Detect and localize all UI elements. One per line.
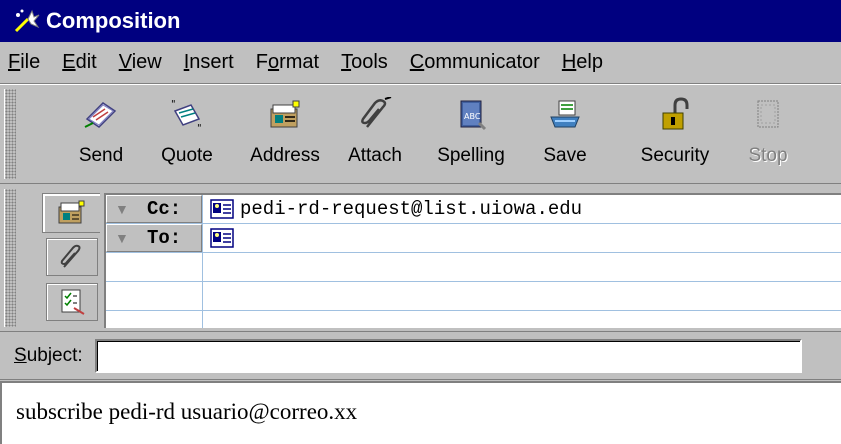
menu-tools-mnemonic: T	[341, 51, 352, 73]
menu-communicator[interactable]: Communicator	[408, 49, 542, 76]
menu-help-mnemonic: H	[561, 51, 577, 73]
menu-bar: File Edit View Insert Format Tools Commu…	[0, 42, 841, 84]
attach-button[interactable]: Attach	[340, 95, 410, 177]
paperclip-icon	[60, 244, 81, 268]
subject-bar: Subject:	[0, 333, 841, 380]
menu-insert[interactable]: Insert	[182, 49, 236, 76]
title-bar[interactable]: Composition	[0, 0, 841, 42]
main-toolbar: Send " " Quote Address Attach ABC Spelli…	[0, 84, 841, 184]
menu-insert-label: nsert	[189, 51, 234, 73]
address-tab[interactable]	[42, 193, 100, 233]
address-type-label: Cc:	[147, 198, 182, 220]
menu-view-label: iew	[131, 51, 162, 73]
chevron-down-icon: ▼	[115, 201, 129, 217]
menu-file-label: ile	[20, 51, 41, 73]
quote-icon: " "	[171, 99, 202, 133]
menu-format-prefix: F	[255, 51, 268, 73]
save-label: Save	[543, 145, 587, 166]
attach-label: Attach	[348, 145, 402, 166]
checklist-icon	[61, 289, 85, 315]
address-value-cc[interactable]: pedi-rd-request@list.uiowa.edu	[210, 197, 582, 221]
menu-help-label: elp	[576, 51, 603, 73]
address-label: Address	[250, 145, 320, 166]
menu-format-mnemonic: o	[267, 51, 280, 73]
menu-tools[interactable]: Tools	[339, 49, 390, 76]
address-button[interactable]: Address	[240, 95, 330, 177]
quote-button[interactable]: " " Quote	[152, 95, 222, 177]
toolbar-grip[interactable]	[4, 89, 16, 179]
address-row-to[interactable]: ▼ To:	[106, 224, 841, 253]
address-row-empty[interactable]	[106, 282, 841, 311]
address-row-empty[interactable]	[106, 253, 841, 282]
security-button[interactable]: Security	[630, 95, 720, 177]
spelling-button[interactable]: ABC Spelling	[426, 95, 516, 177]
save-icon	[550, 100, 580, 128]
composition-app-icon[interactable]	[12, 7, 40, 35]
address-card-icon	[58, 200, 84, 224]
menu-format[interactable]: Format	[254, 49, 321, 76]
menu-communicator-label: ommunicator	[424, 51, 540, 73]
attachments-tab[interactable]	[46, 238, 98, 276]
menu-tools-label: ools	[351, 51, 388, 73]
subject-mnemonic: S	[14, 345, 27, 366]
spelling-book-icon: ABC	[460, 100, 487, 131]
svg-text:": "	[197, 123, 202, 133]
address-list: ▼ Cc: pedi-rd-request@list.uiowa.edu ▼ T…	[104, 193, 841, 328]
menu-file[interactable]: File	[6, 49, 42, 76]
address-text: pedi-rd-request@list.uiowa.edu	[240, 198, 583, 220]
address-card-icon	[210, 228, 234, 248]
address-type-label: To:	[147, 227, 182, 249]
padlock-icon	[662, 97, 689, 130]
address-card-icon	[210, 199, 234, 219]
paperclip-icon	[361, 97, 392, 128]
stop-icon	[757, 100, 779, 128]
address-type-selector-to[interactable]: ▼ To:	[106, 224, 202, 252]
menu-communicator-mnemonic: C	[409, 51, 425, 73]
menu-format-label: rmat	[279, 51, 320, 73]
address-row-cc[interactable]: ▼ Cc: pedi-rd-request@list.uiowa.edu	[106, 195, 841, 224]
menu-view-mnemonic: V	[118, 51, 132, 73]
menu-help[interactable]: Help	[560, 49, 605, 76]
security-label: Security	[640, 145, 710, 166]
address-value-to[interactable]	[210, 226, 240, 250]
chevron-down-icon: ▼	[115, 230, 129, 246]
message-body[interactable]: subscribe pedi-rd usuario@correo.xx	[0, 381, 841, 444]
address-type-selector-cc[interactable]: ▼ Cc:	[106, 195, 202, 223]
addressing-side-tabs	[40, 193, 100, 328]
quote-label: Quote	[161, 145, 213, 166]
send-icon	[84, 102, 117, 128]
menu-edit-label: dit	[75, 51, 97, 73]
addressing-pane: ▼ Cc: pedi-rd-request@list.uiowa.edu ▼ T…	[0, 185, 841, 332]
options-tab[interactable]	[46, 283, 98, 321]
subject-input[interactable]	[94, 339, 802, 373]
stop-button[interactable]: Stop	[738, 95, 798, 177]
message-body-text: subscribe pedi-rd usuario@correo.xx	[16, 399, 358, 424]
addressing-grip[interactable]	[4, 189, 16, 327]
menu-file-mnemonic: F	[8, 51, 21, 73]
menu-edit[interactable]: Edit	[60, 49, 98, 76]
svg-text:": "	[171, 99, 176, 110]
svg-text:ABC: ABC	[464, 112, 481, 121]
menu-edit-mnemonic: E	[62, 51, 76, 73]
window-title: Composition	[46, 8, 181, 33]
address-book-icon	[270, 100, 300, 128]
send-label: Send	[78, 145, 124, 166]
menu-view[interactable]: View	[117, 49, 164, 76]
send-button[interactable]: Send	[66, 95, 136, 177]
spelling-label: Spelling	[437, 145, 505, 166]
save-button[interactable]: Save	[530, 95, 600, 177]
stop-label: Stop	[748, 145, 788, 166]
subject-label-text: ubject:	[26, 345, 83, 366]
subject-label: Subject:	[14, 345, 83, 367]
